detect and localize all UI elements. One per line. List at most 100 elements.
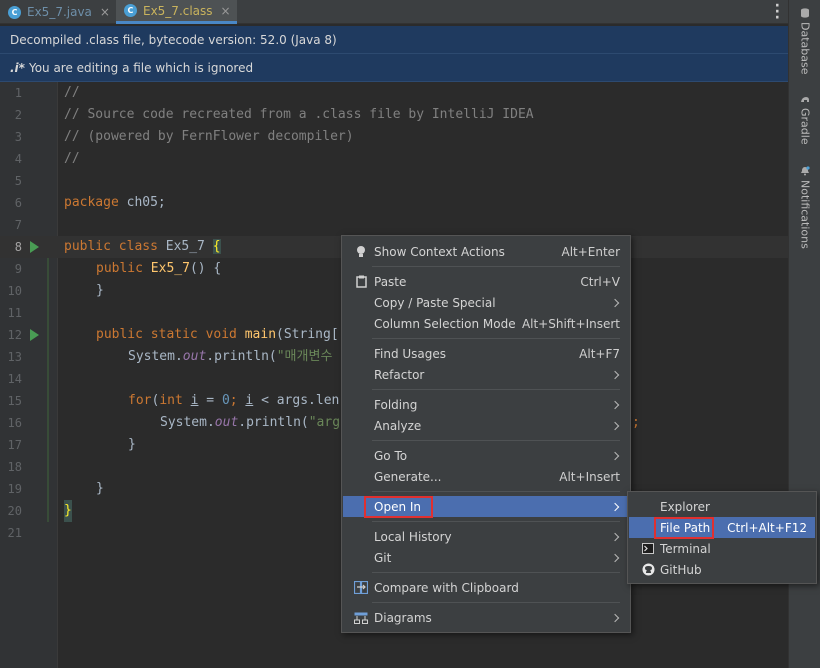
line-number: 10 <box>7 284 22 298</box>
code-line: 3 // (powered by FernFlower decompiler) <box>0 126 788 148</box>
decompiled-banner-text: Decompiled .class file, bytecode version… <box>10 32 337 47</box>
menu-item-label: Generate... <box>374 469 442 484</box>
menu-separator <box>372 572 620 573</box>
code-text: .println( <box>206 349 277 364</box>
keyword: public class <box>64 239 158 254</box>
line-number: 17 <box>7 438 22 452</box>
run-gutter-icon[interactable] <box>30 241 39 253</box>
code-line: 5 <box>0 170 788 192</box>
line-number: 8 <box>14 240 22 254</box>
menu-item-diagrams[interactable]: Diagrams <box>343 607 629 628</box>
menu-item-label: Diagrams <box>374 610 432 625</box>
static-field: out <box>182 349 207 364</box>
menu-item-column-selection-mode[interactable]: Column Selection Mode Alt+Shift+Insert <box>343 313 629 334</box>
code-text: ch05; <box>118 195 166 210</box>
line-number: 13 <box>7 350 22 364</box>
gradle-icon <box>801 97 809 102</box>
decompiled-banner: Decompiled .class file, bytecode version… <box>0 26 788 54</box>
line-number: 18 <box>7 460 22 474</box>
keyword: public <box>96 261 143 276</box>
line-number: 14 <box>7 372 22 386</box>
menu-item-generate[interactable]: Generate... Alt+Insert <box>343 466 629 487</box>
menu-item-shortcut: Alt+F7 <box>579 346 620 361</box>
code-text: System. <box>128 349 183 364</box>
submenu-item-terminal[interactable]: Terminal <box>629 538 815 559</box>
menu-item-show-context-actions[interactable]: Show Context Actions Alt+Enter <box>343 241 629 262</box>
code-line: 2 // Source code recreated from a .class … <box>0 104 788 126</box>
run-gutter-icon[interactable] <box>30 329 39 341</box>
code-line: 7 <box>0 214 788 236</box>
matched-brace: } <box>64 500 72 522</box>
code-line: 4 // <box>0 148 788 170</box>
submenu-arrow-icon <box>610 421 620 430</box>
ignored-banner-text: You are editing a file which is ignored <box>28 60 254 75</box>
code-text: } <box>128 437 136 452</box>
menu-separator <box>372 389 620 390</box>
line-number: 4 <box>14 152 22 166</box>
github-icon <box>641 563 655 577</box>
java-class-icon: C <box>123 4 137 17</box>
menu-item-copy-paste-special[interactable]: Copy / Paste Special <box>343 292 629 313</box>
bulb-icon <box>354 245 368 259</box>
code-text: ; <box>229 393 246 408</box>
line-number: 5 <box>14 174 22 188</box>
menu-item-refactor[interactable]: Refactor <box>343 364 629 385</box>
menu-separator <box>372 338 620 339</box>
code-text: < args.len <box>253 393 340 408</box>
notifications-tool-button[interactable]: Notifications <box>792 166 818 249</box>
notifications-tool-label: Notifications <box>798 180 812 249</box>
menu-separator <box>372 491 620 492</box>
menu-item-label: Show Context Actions <box>374 244 505 259</box>
tab-ex5-7-java[interactable]: C Ex5_7.java × <box>0 0 116 24</box>
code-text: } <box>96 481 104 496</box>
gradle-tool-button[interactable]: Gradle <box>792 94 818 145</box>
code-text: = <box>198 393 222 408</box>
menu-item-shortcut: Alt+Insert <box>559 469 620 484</box>
highlight-box <box>364 496 433 518</box>
submenu-arrow-icon <box>610 298 620 307</box>
more-options-icon[interactable]: · · · <box>775 0 780 25</box>
menu-item-label: Refactor <box>374 367 425 382</box>
database-tool-button[interactable]: Database <box>792 8 818 75</box>
code-text: () { <box>189 261 222 276</box>
menu-item-shortcut: Alt+Enter <box>561 244 620 259</box>
line-number: 6 <box>14 196 22 210</box>
database-icon <box>801 8 809 18</box>
close-icon[interactable]: × <box>221 4 231 18</box>
matched-brace: { <box>212 239 221 254</box>
menu-item-paste[interactable]: Paste Ctrl+V <box>343 271 629 292</box>
submenu-item-github[interactable]: GitHub <box>629 559 815 580</box>
bell-icon <box>801 166 810 176</box>
menu-item-git[interactable]: Git <box>343 547 629 568</box>
submenu-item-explorer[interactable]: Explorer <box>629 496 815 517</box>
menu-item-label: Analyze <box>374 418 422 433</box>
line-number: 12 <box>7 328 22 342</box>
menu-item-find-usages[interactable]: Find Usages Alt+F7 <box>343 343 629 364</box>
menu-item-label: Paste <box>374 274 407 289</box>
line-number: 19 <box>7 482 22 496</box>
code-text: // (powered by FernFlower decompiler) <box>64 129 354 144</box>
submenu-arrow-icon <box>610 502 620 511</box>
menu-item-label: Go To <box>374 448 408 463</box>
menu-item-go-to[interactable]: Go To <box>343 445 629 466</box>
tab-ex5-7-class[interactable]: C Ex5_7.class × <box>115 0 237 24</box>
menu-item-compare-with-clipboard[interactable]: Compare with Clipboard <box>343 577 629 598</box>
line-number: 3 <box>14 130 22 144</box>
keyword: for <box>128 393 152 408</box>
close-icon[interactable]: × <box>100 5 110 19</box>
menu-separator <box>372 440 620 441</box>
menu-item-label: Column Selection Mode <box>374 316 516 331</box>
submenu-arrow-icon <box>610 451 620 460</box>
menu-item-local-history[interactable]: Local History <box>343 526 629 547</box>
menu-item-shortcut: Alt+Shift+Insert <box>521 316 620 331</box>
highlight-box <box>654 517 714 539</box>
static-field: out <box>214 415 239 430</box>
submenu-arrow-icon <box>610 370 620 379</box>
submenu-arrow-icon <box>610 400 620 409</box>
submenu-arrow-icon <box>610 532 620 541</box>
java-class-icon: C <box>8 5 21 19</box>
number-literal: 0 <box>221 393 230 408</box>
menu-item-folding[interactable]: Folding <box>343 394 629 415</box>
menu-item-label: Find Usages <box>374 346 447 361</box>
menu-item-analyze[interactable]: Analyze <box>343 415 629 436</box>
